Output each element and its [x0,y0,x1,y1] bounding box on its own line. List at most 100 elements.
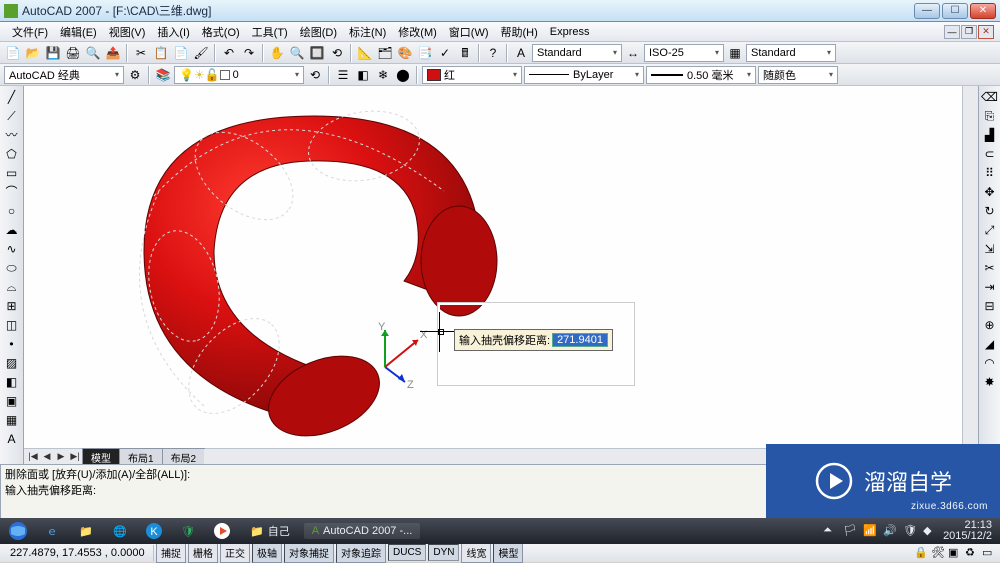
menu-dimension[interactable]: 标注(N) [343,22,392,42]
tray-volume-icon[interactable]: 🔊 [883,524,897,538]
offset-tool[interactable]: ⊂ [981,145,999,163]
menu-tools[interactable]: 工具(T) [246,22,294,42]
erase-tool[interactable]: ⌫ [981,88,999,106]
properties-button[interactable]: 📐 [356,44,374,62]
mdi-close-button[interactable]: ✕ [978,25,994,39]
fillet-tool[interactable]: ◠ [981,354,999,372]
workspace-settings-button[interactable]: ⚙ [126,66,144,84]
copy-button[interactable]: 📋 [152,44,170,62]
gradient-tool[interactable]: ◧ [2,373,22,391]
dimstyle-icon[interactable]: ↔ [624,44,642,62]
tray-clean-icon[interactable]: ▭ [982,546,996,560]
otrack-toggle[interactable]: 对象追踪 [336,542,386,563]
ellipse-arc-tool[interactable]: ⌓ [2,278,22,296]
mdi-restore-button[interactable]: ❐ [961,25,977,39]
coordinate-display[interactable]: 227.4879, 17.4553 , 0.0000 [4,545,154,561]
zoom-window-button[interactable]: 🔲 [308,44,326,62]
publish-button[interactable]: 📤 [104,44,122,62]
open-button[interactable]: 📂 [24,44,42,62]
plot-preview-button[interactable]: 🔍 [84,44,102,62]
tab-nav-last[interactable]: ▶| [68,450,82,464]
task-autocad[interactable]: AAutoCAD 2007 -... [304,523,421,539]
menu-format[interactable]: 格式(O) [196,22,246,42]
start-button[interactable] [4,520,32,542]
explorer-icon[interactable]: 📁 [72,520,100,542]
paste-button[interactable]: 📄 [172,44,190,62]
tab-nav-first[interactable]: |◀ [26,450,40,464]
table-style-combo[interactable]: Standard▾ [746,44,836,62]
layer-previous-button[interactable]: ⟲ [306,66,324,84]
tool-palettes-button[interactable]: 🎨 [396,44,414,62]
print-button[interactable]: 🖨 [64,44,82,62]
arc-tool[interactable]: ⌒ [2,183,22,201]
redo-button[interactable]: ↷ [240,44,258,62]
drawing-canvas[interactable]: X Y Z 输入抽壳偏移距离: 271.9401 [24,86,962,448]
tab-layout2[interactable]: 布局2 [162,448,206,466]
tray-layout-icon[interactable]: ▣ [948,546,962,560]
tab-model[interactable]: 模型 [82,448,120,466]
layer-manager-button[interactable]: 📚 [154,66,172,84]
region-tool[interactable]: ▣ [2,392,22,410]
vertical-scrollbar[interactable] [962,86,978,448]
tray-comm-icon[interactable]: 🔒 [914,546,928,560]
explode-tool[interactable]: ✸ [981,373,999,391]
chamfer-tool[interactable]: ◢ [981,335,999,353]
layer-combo[interactable]: 💡 ☀ 🔓 0▾ [174,66,304,84]
table-tool[interactable]: ▦ [2,411,22,429]
menu-draw[interactable]: 绘图(D) [294,22,343,42]
revcloud-tool[interactable]: ☁ [2,221,22,239]
rotate-tool[interactable]: ↻ [981,202,999,220]
polygon-tool[interactable]: ⬠ [2,145,22,163]
help-button[interactable]: ? [484,44,502,62]
quickcalc-button[interactable]: 🖩 [456,44,474,62]
zoom-previous-button[interactable]: ⟲ [328,44,346,62]
dynamic-input-prompt[interactable]: 输入抽壳偏移距离: 271.9401 [454,329,613,351]
menu-view[interactable]: 视图(V) [103,22,152,42]
model-toggle[interactable]: 模型 [493,542,523,563]
polar-toggle[interactable]: 极轴 [252,542,282,563]
layer-freeze-button[interactable]: ❄ [374,66,392,84]
menu-edit[interactable]: 编辑(E) [54,22,103,42]
tray-tool-icon[interactable]: 🛠 [931,546,945,560]
ducs-toggle[interactable]: DUCS [388,544,426,561]
dyn-prompt-value[interactable]: 271.9401 [552,333,608,347]
menu-file[interactable]: 文件(F) [6,22,54,42]
menu-express[interactable]: Express [544,24,596,40]
extend-tool[interactable]: ⇥ [981,278,999,296]
rectangle-tool[interactable]: ▭ [2,164,22,182]
break-tool[interactable]: ⊟ [981,297,999,315]
polyline-tool[interactable]: 〰 [2,126,22,144]
media-icon[interactable] [208,520,236,542]
workspace-combo[interactable]: AutoCAD 经典▾ [4,66,124,84]
window-minimize-button[interactable]: — [914,3,940,19]
ellipse-tool[interactable]: ⬭ [2,259,22,277]
pan-button[interactable]: ✋ [268,44,286,62]
new-button[interactable]: 📄 [4,44,22,62]
tablestyle-icon[interactable]: ▦ [726,44,744,62]
osnap-toggle[interactable]: 对象捕捉 [284,542,334,563]
color-combo[interactable]: 红▾ [422,66,522,84]
menu-help[interactable]: 帮助(H) [495,22,544,42]
lineweight-combo[interactable]: 0.50 毫米▾ [646,66,756,84]
task-folder[interactable]: 📁自己 [242,521,298,541]
menu-modify[interactable]: 修改(M) [392,22,443,42]
line-tool[interactable]: ╱ [2,88,22,106]
tencent-icon[interactable]: 🛡 [174,520,202,542]
textstyle-icon[interactable]: A [512,44,530,62]
lwt-toggle[interactable]: 线宽 [461,542,491,563]
taskbar-clock[interactable]: 21:13 2015/12/2 [943,520,996,542]
window-close-button[interactable]: ✕ [970,3,996,19]
cut-button[interactable]: ✂ [132,44,150,62]
mirror-tool[interactable]: ▟ [981,126,999,144]
insert-block-tool[interactable]: ⊞ [2,297,22,315]
snap-toggle[interactable]: 捕捉 [156,542,186,563]
design-center-button[interactable]: 🗂 [376,44,394,62]
plotstyle-combo[interactable]: 随颜色▾ [758,66,838,84]
scale-tool[interactable]: ⤢ [981,221,999,239]
browser-icon[interactable]: 🌐 [106,520,134,542]
tab-layout1[interactable]: 布局1 [119,448,163,466]
menu-window[interactable]: 窗口(W) [443,22,495,42]
save-button[interactable]: 💾 [44,44,62,62]
grid-toggle[interactable]: 栅格 [188,542,218,563]
stretch-tool[interactable]: ⇲ [981,240,999,258]
